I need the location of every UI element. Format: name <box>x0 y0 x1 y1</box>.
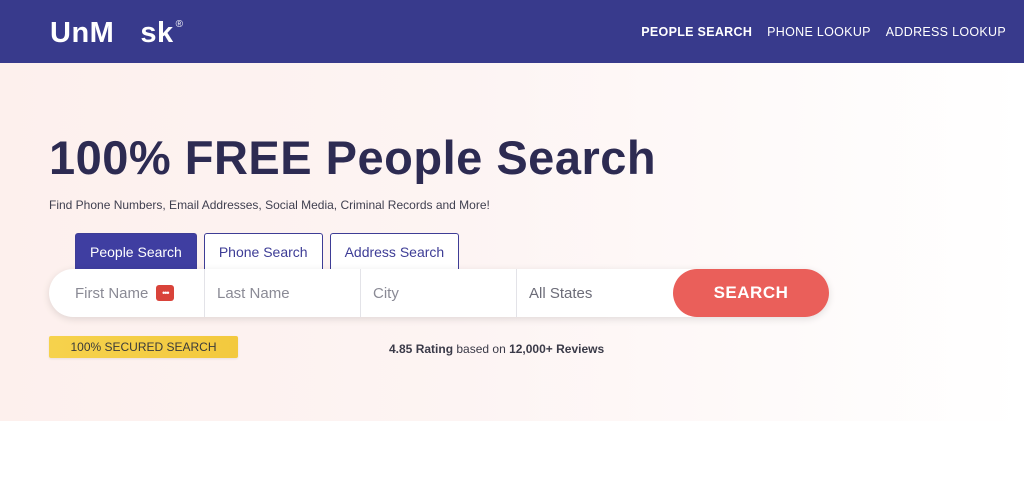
site-logo[interactable]: UnM sk ® <box>50 17 183 50</box>
nav-phone-lookup[interactable]: PHONE LOOKUP <box>767 25 871 39</box>
tab-people-search[interactable]: People Search <box>75 233 197 269</box>
rating-connector: based on <box>453 342 510 356</box>
page-title: 100% FREE People Search <box>49 131 657 184</box>
password-manager-icon[interactable]: ••• <box>156 285 175 301</box>
city-field[interactable]: City <box>361 269 517 317</box>
last-name-field[interactable]: Last Name <box>205 269 361 317</box>
rating-summary: 4.85 Rating based on 12,000+ Reviews <box>389 342 604 356</box>
search-tabs: People Search Phone Search Address Searc… <box>75 233 460 269</box>
search-button[interactable]: SEARCH <box>673 269 829 317</box>
review-count: 12,000+ Reviews <box>509 342 605 356</box>
site-header: UnM sk ® PEOPLE SEARCH PHONE LOOKUP ADDR… <box>0 0 1024 63</box>
nav-people-search[interactable]: PEOPLE SEARCH <box>641 25 752 39</box>
logo-text-right: sk <box>140 17 174 49</box>
hero-section: 100% FREE People Search Find Phone Numbe… <box>0 63 1024 421</box>
state-select-value: All States <box>529 284 593 302</box>
city-placeholder: City <box>373 284 399 302</box>
search-form: First Name ••• Last Name City All States… <box>49 269 829 317</box>
main-nav: PEOPLE SEARCH PHONE LOOKUP ADDRESS LOOKU… <box>641 25 1006 39</box>
rating-value: 4.85 Rating <box>389 342 454 356</box>
tab-phone-search[interactable]: Phone Search <box>203 233 323 269</box>
nav-address-lookup[interactable]: ADDRESS LOOKUP <box>886 25 1006 39</box>
logo-text-left: UnM <box>50 17 115 49</box>
page-subtitle: Find Phone Numbers, Email Addresses, Soc… <box>49 198 490 212</box>
last-name-placeholder: Last Name <box>217 284 290 302</box>
registered-mark: ® <box>175 19 184 30</box>
secured-search-badge: 100% SECURED SEARCH <box>49 336 238 358</box>
first-name-placeholder: First Name <box>75 284 149 302</box>
state-select[interactable]: All States <box>517 269 673 317</box>
first-name-field[interactable]: First Name ••• <box>49 269 205 317</box>
tab-address-search[interactable]: Address Search <box>329 233 460 269</box>
